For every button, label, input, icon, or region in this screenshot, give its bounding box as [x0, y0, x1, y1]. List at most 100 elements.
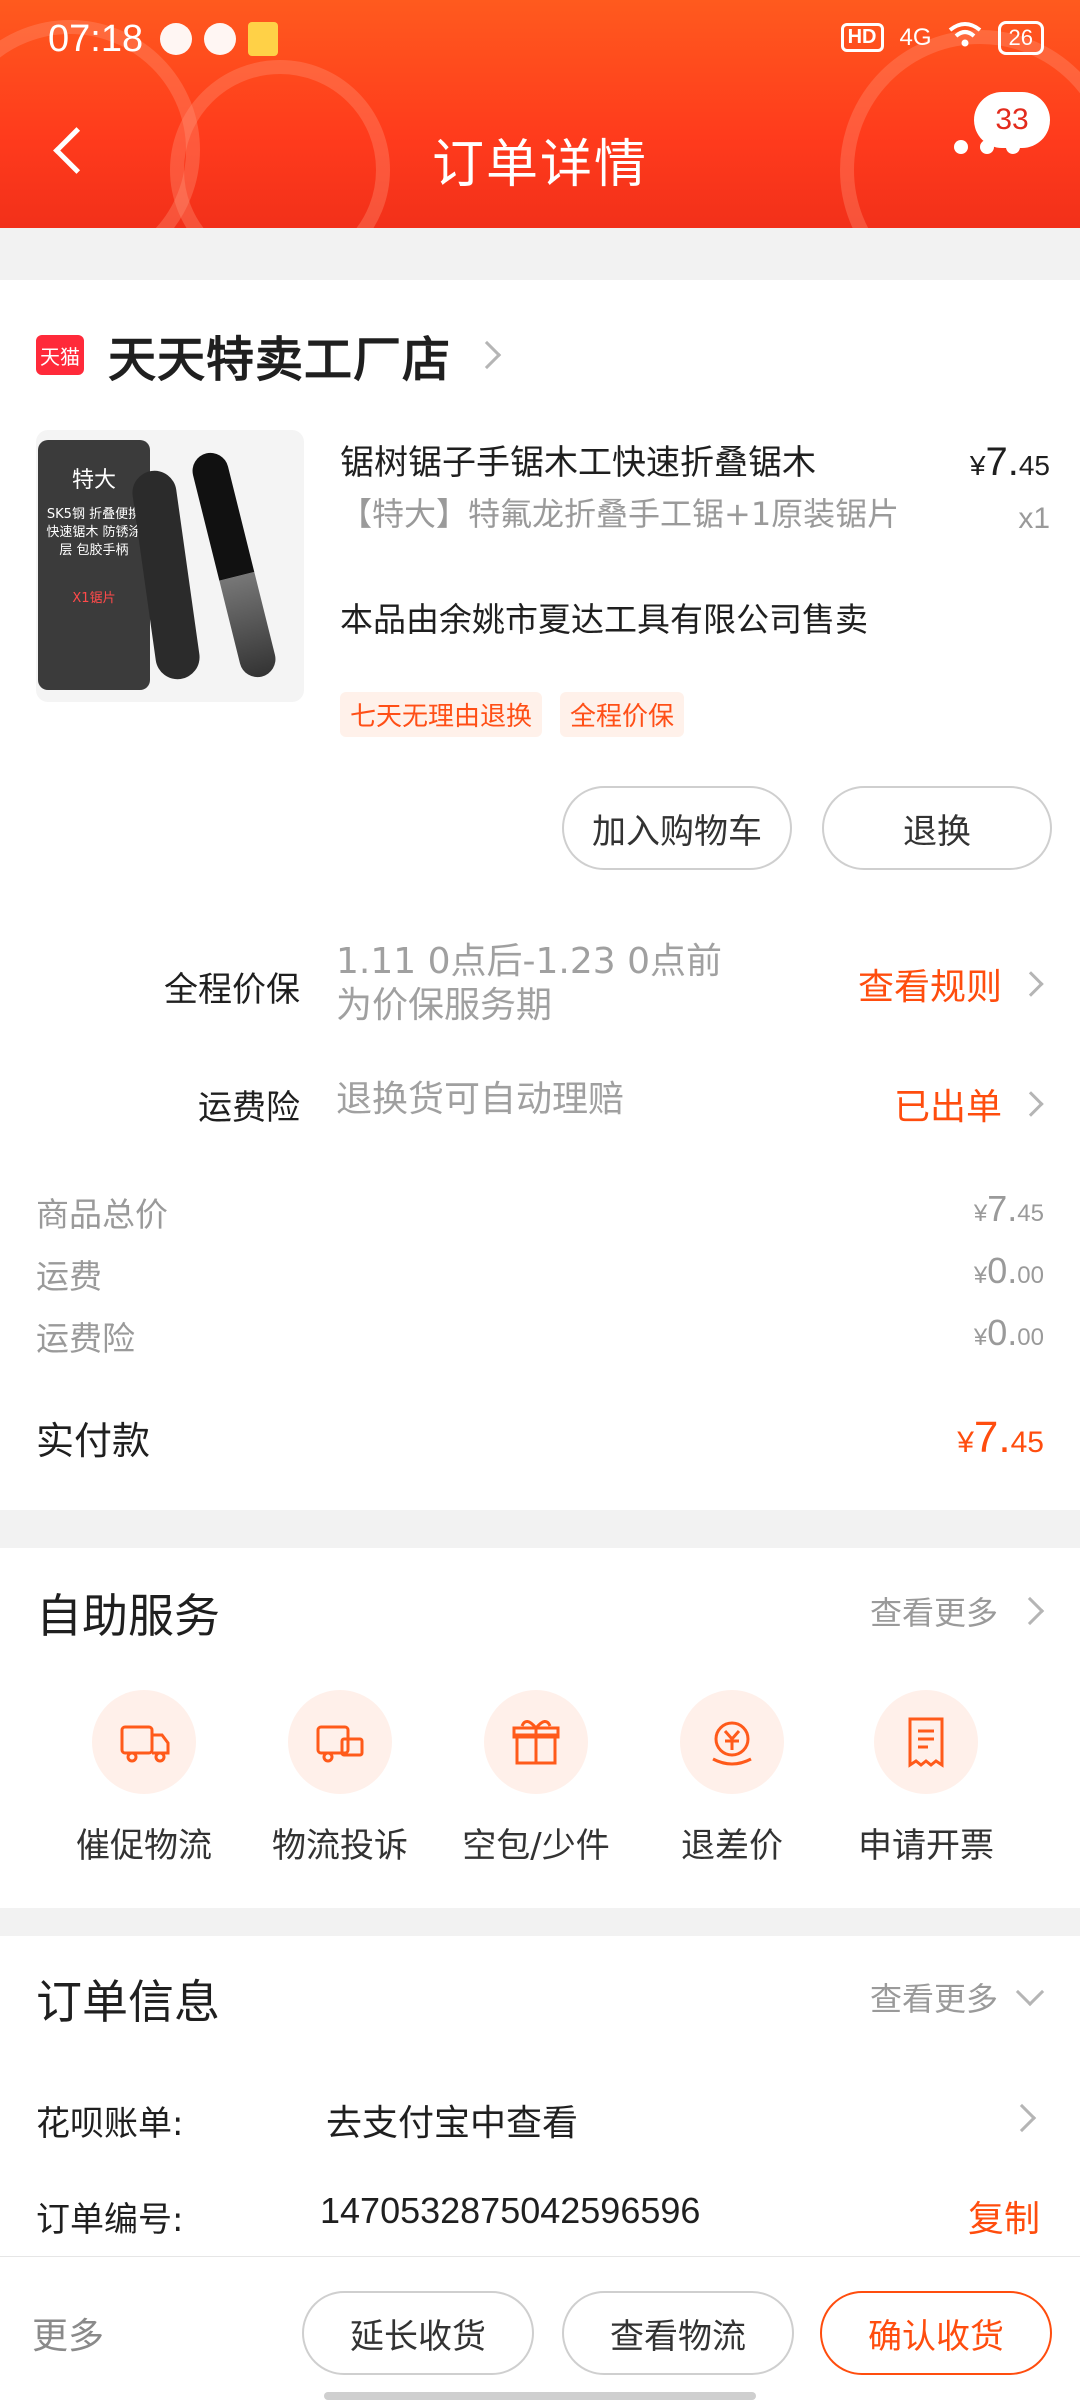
- more-label: 查看更多: [869, 1594, 998, 1632]
- service-empty-package[interactable]: 空包/少件: [446, 1690, 626, 1867]
- page-title: 订单详情: [431, 135, 648, 195]
- service-request-invoice[interactable]: 申请开票: [836, 1690, 1016, 1867]
- product-tags: 七天无理由退换 全程价保: [340, 692, 685, 737]
- home-indicator[interactable]: [324, 2392, 756, 2400]
- fee-label: 运费险: [36, 1319, 135, 1358]
- product-title[interactable]: 锯树锯子手锯木工快速折叠锯木: [340, 435, 900, 484]
- image-tag-lines: SK5钢 折叠便携 快速锯木 防锈涂层 包胶手柄: [46, 507, 142, 558]
- fee-int: 7.: [987, 1188, 1018, 1229]
- chevron-right-icon: [1015, 1596, 1045, 1626]
- battery-icon: 26: [997, 20, 1044, 55]
- saw-blade-illustration: [188, 449, 280, 681]
- fee-amount: ¥0.00: [974, 1312, 1044, 1360]
- service-desc: 1.11 0点后-1.23 0点前为价保服务期: [336, 941, 722, 1026]
- copy-order-number-button[interactable]: 复制: [968, 2190, 1040, 2242]
- service-label: 全程价保: [164, 970, 300, 1010]
- service-link-label: 已出单: [893, 1087, 1002, 1128]
- chevron-right-icon: [1018, 1091, 1044, 1117]
- service-row-price-protection[interactable]: 全程价保 1.11 0点后-1.23 0点前为价保服务期 查看规则: [0, 940, 1080, 1040]
- fee-dec: 00: [1017, 1324, 1044, 1351]
- service-link-label: 查看规则: [857, 967, 1002, 1008]
- paid-symbol: ¥: [957, 1425, 974, 1459]
- product-sku: 【特大】特氟龙折叠手工锯+1原装锯片: [340, 495, 900, 533]
- tag-price-protection: 全程价保: [560, 692, 685, 737]
- return-exchange-button[interactable]: 退换: [822, 786, 1052, 870]
- service-row-shipping-insurance[interactable]: 运费险 退换货可自动理赔 已出单: [0, 1078, 1080, 1138]
- huabei-label: 花呗账单:: [36, 2104, 184, 2144]
- image-tag-bottom: X1锯片: [72, 591, 116, 606]
- fee-row-shipping-insurance: 运费险 ¥0.00: [36, 1312, 1044, 1360]
- paid-amount: ¥7.45: [957, 1413, 1044, 1463]
- status-right: HD 4G 26: [840, 20, 1044, 55]
- tmall-logo: 天猫: [36, 335, 84, 375]
- fee-symbol: ¥: [973, 1324, 988, 1351]
- chevron-down-icon: [1015, 1977, 1045, 2007]
- order-item-card: 天猫 天天特卖工厂店 特大 SK5钢 折叠便携 快速锯木 防锈涂层 包胶手柄 X…: [0, 280, 1080, 1510]
- fee-row-goods-total: 商品总价 ¥7.45: [36, 1188, 1044, 1236]
- order-number-label: 订单编号:: [36, 2200, 184, 2240]
- add-to-cart-button[interactable]: 加入购物车: [562, 786, 792, 870]
- product-image-tag: 特大 SK5钢 折叠便携 快速锯木 防锈涂层 包胶手柄 X1锯片: [38, 440, 150, 690]
- service-link-rules[interactable]: 查看规则: [857, 958, 1044, 1010]
- fee-label: 商品总价: [36, 1195, 168, 1234]
- cloud-icon: [160, 23, 192, 55]
- product-seller: 本品由余姚市夏达工具有限公司售卖: [340, 600, 868, 639]
- hd-icon: HD: [840, 23, 884, 52]
- fee-symbol: ¥: [973, 1200, 988, 1227]
- product-price: ¥7.45: [970, 440, 1050, 485]
- paid-int: 7.: [973, 1412, 1011, 1462]
- more-actions-button[interactable]: 更多: [32, 2307, 104, 2359]
- shop-name[interactable]: 天天特卖工厂店: [108, 320, 451, 390]
- chevron-right-icon[interactable]: [1007, 2103, 1037, 2133]
- fee-dec: 00: [1017, 1262, 1044, 1289]
- service-label: 物流投诉: [272, 1826, 408, 1866]
- paid-dec: 45: [1010, 1425, 1044, 1459]
- actual-paid-row: 实付款 ¥7.45: [36, 1410, 1044, 1465]
- product-quantity: x1: [1018, 502, 1050, 535]
- more-label: 查看更多: [869, 1980, 998, 2018]
- service-label: 催促物流: [76, 1826, 212, 1866]
- service-desc: 退换货可自动理赔: [336, 1079, 625, 1120]
- invoice-icon: [874, 1690, 978, 1794]
- chevron-right-icon: [1018, 971, 1044, 997]
- app-icon: [248, 22, 278, 56]
- fee-int: 0.: [987, 1250, 1018, 1291]
- speedometer-icon: [204, 23, 236, 55]
- fee-symbol: ¥: [973, 1262, 988, 1289]
- header: 07:18 HD 4G 26 订单详情 33: [0, 0, 1080, 228]
- fee-dec: 45: [1017, 1200, 1044, 1227]
- bottom-action-bar: 更多 延长收货 查看物流 确认收货: [0, 2256, 1080, 2408]
- order-info-title: 订单信息: [36, 1975, 220, 2029]
- shop-row[interactable]: 天猫 天天特卖工厂店: [36, 320, 502, 390]
- service-label: 运费险: [198, 1088, 300, 1128]
- fee-label: 运费: [36, 1257, 102, 1296]
- fee-int: 0.: [987, 1312, 1018, 1353]
- status-time: 07:18: [48, 18, 144, 60]
- order-number-value: 1470532875042596596: [320, 2190, 701, 2231]
- service-price-difference-refund[interactable]: 退差价: [642, 1690, 822, 1867]
- chevron-right-icon: [472, 340, 502, 370]
- status-bar: 07:18 HD 4G 26: [0, 0, 1080, 80]
- confirm-receipt-button[interactable]: 确认收货: [820, 2291, 1052, 2375]
- truck-bell-icon: [92, 1690, 196, 1794]
- product-image[interactable]: 特大 SK5钢 折叠便携 快速锯木 防锈涂层 包胶手柄 X1锯片: [36, 430, 304, 702]
- service-label: 退差价: [681, 1826, 783, 1866]
- view-logistics-button[interactable]: 查看物流: [562, 2291, 794, 2375]
- price-dec: 45: [1018, 450, 1050, 481]
- status-notification-icons: [160, 22, 278, 56]
- truck-complaint-icon: [288, 1690, 392, 1794]
- self-service-title: 自助服务: [36, 1589, 220, 1643]
- service-urge-logistics[interactable]: 催促物流: [54, 1690, 234, 1867]
- signal-icon: 4G: [899, 23, 932, 51]
- service-label: 申请开票: [858, 1826, 994, 1866]
- self-service-more[interactable]: 查看更多: [869, 1588, 1045, 1634]
- self-service-card: 自助服务 查看更多 催促物流 物流投诉 空包/少件 退差价 申请开票: [0, 1548, 1080, 1908]
- huabei-value[interactable]: 去支付宝中查看: [326, 2094, 578, 2146]
- extend-receipt-button[interactable]: 延长收货: [302, 2291, 534, 2375]
- order-info-more[interactable]: 查看更多: [869, 1974, 1045, 2020]
- tag-seven-day-return: 七天无理由退换: [340, 692, 543, 737]
- service-logistics-complaint[interactable]: 物流投诉: [250, 1690, 430, 1867]
- paid-label: 实付款: [36, 1419, 151, 1463]
- service-link-issued[interactable]: 已出单: [893, 1078, 1044, 1130]
- fee-amount: ¥7.45: [974, 1188, 1044, 1236]
